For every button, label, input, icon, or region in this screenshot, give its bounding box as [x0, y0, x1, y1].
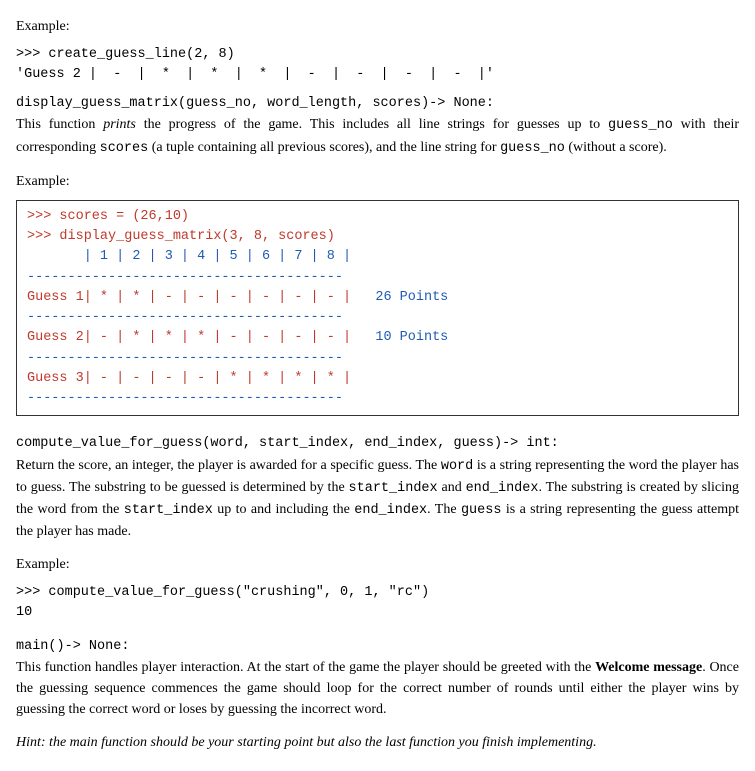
desc2-si2: start_index [124, 503, 213, 518]
desc2-si: start_index [349, 481, 438, 496]
desc2-ei: end_index [466, 481, 539, 496]
desc3-a: This function handles player interaction… [16, 660, 595, 675]
ex2-g1-pts: 26 Points [351, 290, 448, 305]
desc2-guess: guess [461, 503, 502, 518]
fn-desc-3: main()-> None: This function handles pla… [16, 635, 739, 720]
sig-3: main()-> None: [16, 639, 129, 654]
fn-desc-2: compute_value_for_guess(word, start_inde… [16, 432, 739, 542]
ex2-dash4: --------------------------------------- [27, 391, 343, 406]
ex2-l2: >>> display_guess_matrix(3, 8, scores) [27, 229, 335, 244]
ex1-call: >>> create_guess_line(2, 8) [16, 47, 235, 62]
desc2-word: word [441, 459, 473, 474]
example-1-code: >>> create_guess_line(2, 8) 'Guess 2 | -… [16, 45, 739, 84]
ex2-dash1: --------------------------------------- [27, 270, 343, 285]
desc1-d: (a tuple containing all previous scores)… [148, 140, 500, 155]
ex2-g2-red: Guess 2| - | * | * | * | - | - | - | - | [27, 330, 351, 345]
example-3-code: >>> compute_value_for_guess("crushing", … [16, 583, 739, 622]
ex2-g2-pts: 10 Points [351, 330, 448, 345]
desc1-prints: prints [103, 117, 136, 132]
example-2-output: >>> scores = (26,10) >>> display_guess_m… [16, 200, 739, 417]
ex2-dash3: --------------------------------------- [27, 351, 343, 366]
sig-1: display_guess_matrix(guess_no, word_leng… [16, 96, 494, 111]
ex3-l2: 10 [16, 605, 32, 620]
desc1-a: This function [16, 117, 103, 132]
desc2-e: up to and including the [213, 502, 354, 517]
hint-text: Hint: the main function should be your s… [16, 732, 739, 753]
fn-desc-1: display_guess_matrix(guess_no, word_leng… [16, 92, 739, 159]
desc1-e: (without a score). [565, 140, 667, 155]
desc2-f: . The [427, 502, 461, 517]
ex2-l1: >>> scores = (26,10) [27, 209, 189, 224]
desc2-ei2: end_index [354, 503, 427, 518]
desc3-welcome: Welcome message [595, 660, 702, 675]
sig-2: compute_value_for_guess(word, start_inde… [16, 436, 559, 451]
example-label-1: Example: [16, 16, 739, 37]
ex2-header: | 1 | 2 | 3 | 4 | 5 | 6 | 7 | 8 | [27, 249, 351, 264]
ex3-l1: >>> compute_value_for_guess("crushing", … [16, 585, 429, 600]
ex2-g3-red: Guess 3| - | - | - | - | * | * | * | * | [27, 371, 351, 386]
desc1-b: the progress of the game. This includes … [136, 117, 608, 132]
ex2-g1-red: Guess 1| * | * | - | - | - | - | - | - | [27, 290, 351, 305]
desc2-c: and [438, 480, 466, 495]
desc1-g1: guess_no [608, 118, 673, 133]
example-label-3: Example: [16, 554, 739, 575]
ex1-out: 'Guess 2 | - | * | * | * | - | - | - | -… [16, 67, 494, 82]
desc1-scores: scores [100, 141, 149, 156]
desc1-g2: guess_no [500, 141, 565, 156]
desc2-a: Return the score, an integer, the player… [16, 458, 441, 473]
example-label-2: Example: [16, 171, 739, 192]
ex2-dash2: --------------------------------------- [27, 310, 343, 325]
